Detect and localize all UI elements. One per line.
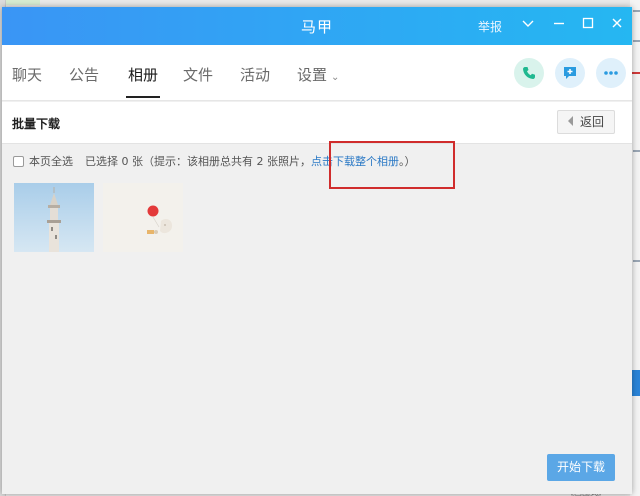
- red-balloon-photo-icon: [103, 183, 183, 252]
- back-button[interactable]: 返回: [557, 110, 615, 134]
- chevron-down-icon[interactable]: [519, 16, 537, 34]
- hint-text: （提示：该相册总共有 2 张照片，: [143, 155, 311, 168]
- tab-bar: 聊天 公告 相册 文件 活动 设置 ⌄: [2, 45, 632, 101]
- more-icon: [604, 71, 618, 75]
- select-all-checkbox[interactable]: [13, 155, 24, 167]
- chat-plus-icon: [564, 67, 576, 79]
- minimize-icon[interactable]: [550, 16, 568, 34]
- close-icon[interactable]: [608, 16, 626, 34]
- photo-thumbnail[interactable]: [14, 183, 94, 252]
- minaret-photo-icon: [14, 183, 94, 252]
- chevron-down-icon: ⌄: [331, 72, 340, 83]
- background-fragment: [633, 10, 640, 12]
- photo-thumbnail[interactable]: [103, 183, 183, 252]
- select-all-label[interactable]: 本页全选: [29, 155, 73, 168]
- back-button-label: 返回: [580, 115, 605, 129]
- tab-settings[interactable]: 设置 ⌄: [297, 64, 339, 98]
- desktop-background-strip: [0, 0, 40, 5]
- selected-count: 已选择 0 张: [85, 155, 143, 168]
- background-fragment: [633, 150, 640, 152]
- page-title: 批量下载: [12, 117, 61, 131]
- tab-events[interactable]: 活动: [240, 64, 270, 98]
- back-arrow-icon: [568, 116, 573, 126]
- highlight-annotation: [329, 141, 455, 189]
- background-fragment: [633, 40, 640, 42]
- background-fragment: [632, 72, 640, 74]
- phone-icon: [523, 67, 535, 79]
- background-fragment: [633, 260, 640, 262]
- title-bar[interactable]: 马甲 举报: [2, 7, 632, 45]
- batch-download-toolbar: 批量下载 返回: [2, 102, 632, 144]
- window-title: 马甲: [300, 18, 333, 36]
- album-window: 马甲 举报 聊天 公告 相册 文件 活动 设置 ⌄ 批量下载 返回 本页全选 已…: [2, 7, 632, 494]
- tab-files[interactable]: 文件: [183, 64, 213, 98]
- tab-chat[interactable]: 聊天: [12, 64, 42, 98]
- phone-call-button[interactable]: [514, 58, 544, 88]
- tab-notice[interactable]: 公告: [69, 64, 99, 98]
- tab-settings-label: 设置: [297, 66, 328, 84]
- tab-album[interactable]: 相册: [126, 64, 161, 98]
- more-options-button[interactable]: [596, 58, 626, 88]
- report-button[interactable]: 举报: [478, 18, 502, 35]
- maximize-icon[interactable]: [579, 16, 597, 34]
- background-fragment: [631, 370, 640, 396]
- start-download-button[interactable]: 开始下载: [547, 454, 615, 481]
- new-message-button[interactable]: [555, 58, 585, 88]
